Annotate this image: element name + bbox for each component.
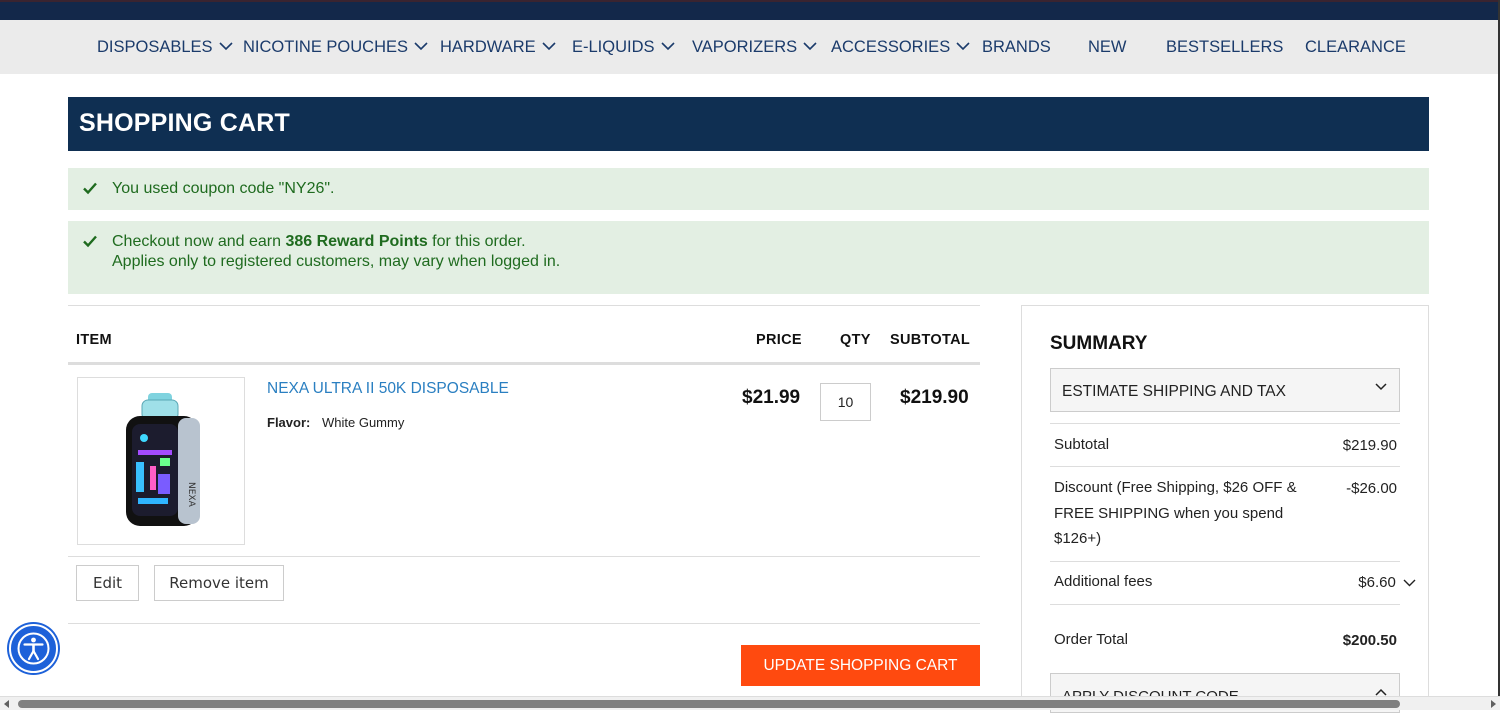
- summary-title: SUMMARY: [1050, 333, 1148, 354]
- quantity-input[interactable]: [820, 383, 871, 421]
- nav-item-vaporizers[interactable]: VAPORIZERS: [692, 20, 817, 74]
- nav-item-clearance[interactable]: CLEARANCE: [1305, 20, 1406, 74]
- chevron-down-icon: [956, 42, 970, 50]
- chevron-down-icon: [542, 42, 556, 50]
- horizontal-scrollbar[interactable]: [0, 696, 1500, 710]
- vape-device-image: NEXA: [126, 393, 200, 526]
- column-header-qty: QTY: [840, 332, 871, 348]
- chevron-down-icon: [1403, 579, 1416, 587]
- product-image[interactable]: NEXA: [77, 377, 245, 545]
- remove-item-button[interactable]: Remove item: [154, 565, 284, 601]
- nav-item-e-liquids[interactable]: E-LIQUIDS: [572, 20, 675, 74]
- nav-item-accessories[interactable]: ACCESSORIES: [831, 20, 970, 74]
- nav-item-nicotine-pouches[interactable]: NICOTINE POUCHES: [243, 20, 428, 74]
- divider: [1050, 604, 1400, 605]
- nav-item-disposables[interactable]: DISPOSABLES: [97, 20, 233, 74]
- nav-item-brands[interactable]: BRANDS: [982, 20, 1051, 74]
- divider: [1050, 423, 1400, 424]
- chevron-up-icon: [1375, 688, 1387, 696]
- fees-toggle[interactable]: $6.60: [1358, 574, 1416, 591]
- product-name-link[interactable]: NEXA ULTRA II 50K DISPOSABLE: [267, 380, 509, 398]
- scroll-right-arrow[interactable]: [1491, 700, 1496, 708]
- order-total-label: Order Total: [1054, 631, 1128, 648]
- page-title: SHOPPING CART: [79, 109, 290, 137]
- scrollbar-thumb[interactable]: [18, 700, 1400, 708]
- svg-text:NEXA: NEXA: [186, 482, 196, 508]
- top-strip: [0, 0, 1500, 20]
- discount-label: Discount (Free Shipping, $26 OFF & FREE …: [1054, 479, 1297, 547]
- item-price: $21.99: [742, 387, 801, 408]
- accessibility-icon: [17, 632, 50, 665]
- column-header-subtotal: SUBTOTAL: [890, 332, 970, 348]
- nav-item-hardware[interactable]: HARDWARE: [440, 20, 556, 74]
- column-header-item: ITEM: [76, 332, 112, 348]
- flavor-value: White Gummy: [322, 415, 405, 430]
- chevron-down-icon: [660, 42, 675, 50]
- nav-item-new[interactable]: NEW: [1088, 20, 1127, 74]
- reward-points: 386 Reward Points: [285, 233, 428, 250]
- fees-label: Additional fees: [1054, 573, 1153, 590]
- scroll-left-arrow[interactable]: [4, 700, 9, 708]
- chevron-down-icon: [218, 42, 233, 50]
- fees-value: $6.60: [1358, 574, 1396, 591]
- divider: [1050, 466, 1400, 467]
- reward-message-text: Checkout now and earn 386 Reward Points …: [112, 233, 561, 270]
- divider: [68, 362, 980, 365]
- edit-button[interactable]: Edit: [76, 565, 139, 601]
- check-icon: [83, 235, 97, 248]
- divider: [1050, 561, 1400, 562]
- reward-note: Applies only to registered customers, ma…: [112, 253, 561, 270]
- main-nav: DISPOSABLES NICOTINE POUCHES HARDWARE E-…: [0, 20, 1500, 74]
- subtotal-label: Subtotal: [1054, 436, 1110, 453]
- divider: [68, 556, 980, 557]
- flavor-label: Flavor:: [267, 415, 311, 430]
- coupon-message: You used coupon code "NY26".: [68, 168, 1429, 210]
- chevron-down-icon: [1375, 383, 1387, 391]
- chevron-down-icon: [414, 42, 428, 50]
- item-subtotal: $219.90: [900, 387, 969, 408]
- subtotal-value: $219.90: [1342, 437, 1397, 454]
- divider: [68, 305, 980, 306]
- chevron-down-icon: [803, 42, 817, 50]
- order-total-value: $200.50: [1342, 632, 1397, 649]
- update-cart-button[interactable]: UPDATE SHOPPING CART: [741, 645, 980, 686]
- check-icon: [83, 182, 97, 195]
- nav-item-bestsellers[interactable]: BESTSELLERS: [1166, 20, 1283, 74]
- order-summary: SUMMARY ESTIMATE SHIPPING AND TAX Subtot…: [1021, 305, 1429, 713]
- page-header: SHOPPING CART: [68, 97, 1429, 151]
- column-header-price: PRICE: [756, 332, 802, 348]
- discount-value: -$26.00: [1346, 480, 1397, 497]
- estimate-shipping-toggle[interactable]: ESTIMATE SHIPPING AND TAX: [1050, 368, 1400, 412]
- coupon-message-text: You used coupon code "NY26".: [112, 180, 335, 197]
- reward-message: Checkout now and earn 386 Reward Points …: [68, 221, 1429, 294]
- divider: [68, 623, 980, 624]
- accessibility-button[interactable]: [9, 624, 58, 673]
